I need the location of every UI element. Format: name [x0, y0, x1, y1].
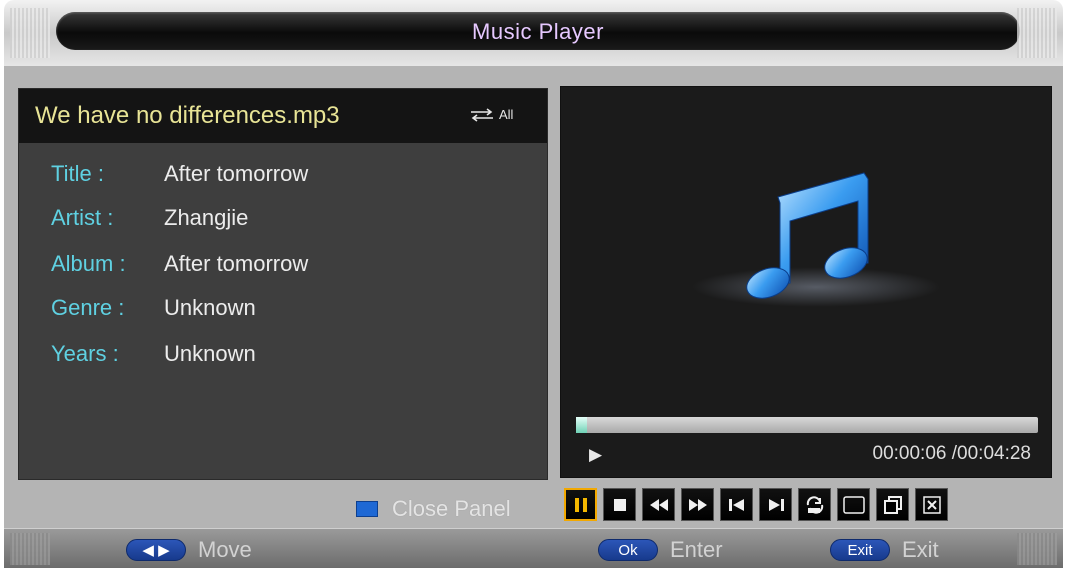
rewind-button[interactable]: [642, 488, 675, 521]
enter-label: Enter: [670, 537, 723, 562]
close-player-button[interactable]: [915, 488, 948, 521]
footer-grille-left: [10, 533, 50, 565]
rewind-icon: [649, 498, 668, 511]
track-info-panel: We have no differences.mp3 All Title : A…: [18, 88, 548, 480]
close-icon: [922, 495, 941, 514]
playlist-button[interactable]: [876, 488, 909, 521]
playback-controls: [564, 488, 948, 521]
stop-button[interactable]: [603, 488, 636, 521]
fast-forward-button[interactable]: [681, 488, 714, 521]
repeat-all-icon: [842, 495, 865, 514]
music-player-screen: Music Player We have no differences.mp3 …: [0, 0, 1067, 568]
title-pill: Music Player: [56, 12, 1020, 50]
stop-icon: [613, 498, 626, 511]
pause-icon: [574, 497, 587, 512]
previous-icon: [728, 498, 744, 511]
close-panel-button[interactable]: Close Panel: [356, 496, 511, 522]
exit-key: Exit: [830, 539, 890, 561]
info-label: Artist :: [51, 205, 114, 230]
enter-hint: Ok Enter: [598, 537, 723, 563]
blue-key-icon: [356, 501, 378, 517]
info-value: Unknown: [164, 341, 256, 366]
info-value: After tomorrow: [164, 161, 309, 186]
close-panel-label: Close Panel: [392, 496, 511, 521]
ok-key: Ok: [598, 539, 658, 561]
title-bar-grille-right: [1017, 8, 1057, 58]
exit-hint: Exit Exit: [830, 537, 939, 563]
info-label: Album :: [51, 251, 126, 276]
repeat-icon: [806, 495, 823, 514]
info-value: After tomorrow: [164, 251, 309, 276]
repeat-mode-indicator: All: [467, 107, 513, 122]
title-bar-grille-left: [10, 8, 50, 58]
info-value: Unknown: [164, 295, 256, 320]
file-name: We have no differences.mp3: [35, 102, 340, 129]
file-name-bar: We have no differences.mp3 All: [19, 89, 547, 143]
now-playing-panel: ▶ 00:00:06 /00:04:28: [560, 86, 1052, 478]
info-label: Title :: [51, 161, 104, 186]
repeat-mode-label: All: [499, 107, 514, 122]
left-right-arrows-icon: ◀ ▶: [126, 539, 186, 561]
move-hint: ◀ ▶ Move: [126, 537, 252, 563]
pause-button[interactable]: [564, 488, 597, 521]
info-value: Zhangjie: [164, 205, 249, 230]
music-note-icon: [746, 172, 869, 299]
info-label: Genre :: [51, 295, 125, 320]
page-title: Music Player: [472, 19, 604, 44]
next-button[interactable]: [759, 488, 792, 521]
move-label: Move: [198, 537, 252, 562]
playlist-icon: [883, 495, 902, 514]
info-label: Years :: [51, 341, 119, 366]
progress-fill: [576, 417, 587, 433]
previous-button[interactable]: [720, 488, 753, 521]
title-bar: Music Player: [4, 0, 1063, 66]
footer-grille-right: [1017, 533, 1057, 565]
exit-label: Exit: [902, 537, 939, 562]
playback-time: 00:00:06 /00:04:28: [872, 443, 1031, 464]
repeat-icon: [471, 107, 493, 122]
repeat-all-button[interactable]: [837, 488, 870, 521]
play-icon: ▶: [589, 445, 603, 464]
footer-hint-bar: ◀ ▶ Move Ok Enter Exit Exit: [4, 528, 1063, 568]
next-icon: [768, 498, 784, 511]
fast-forward-icon: [688, 498, 707, 511]
repeat-button[interactable]: [798, 488, 831, 521]
playback-progress-bar[interactable]: [576, 417, 1038, 433]
